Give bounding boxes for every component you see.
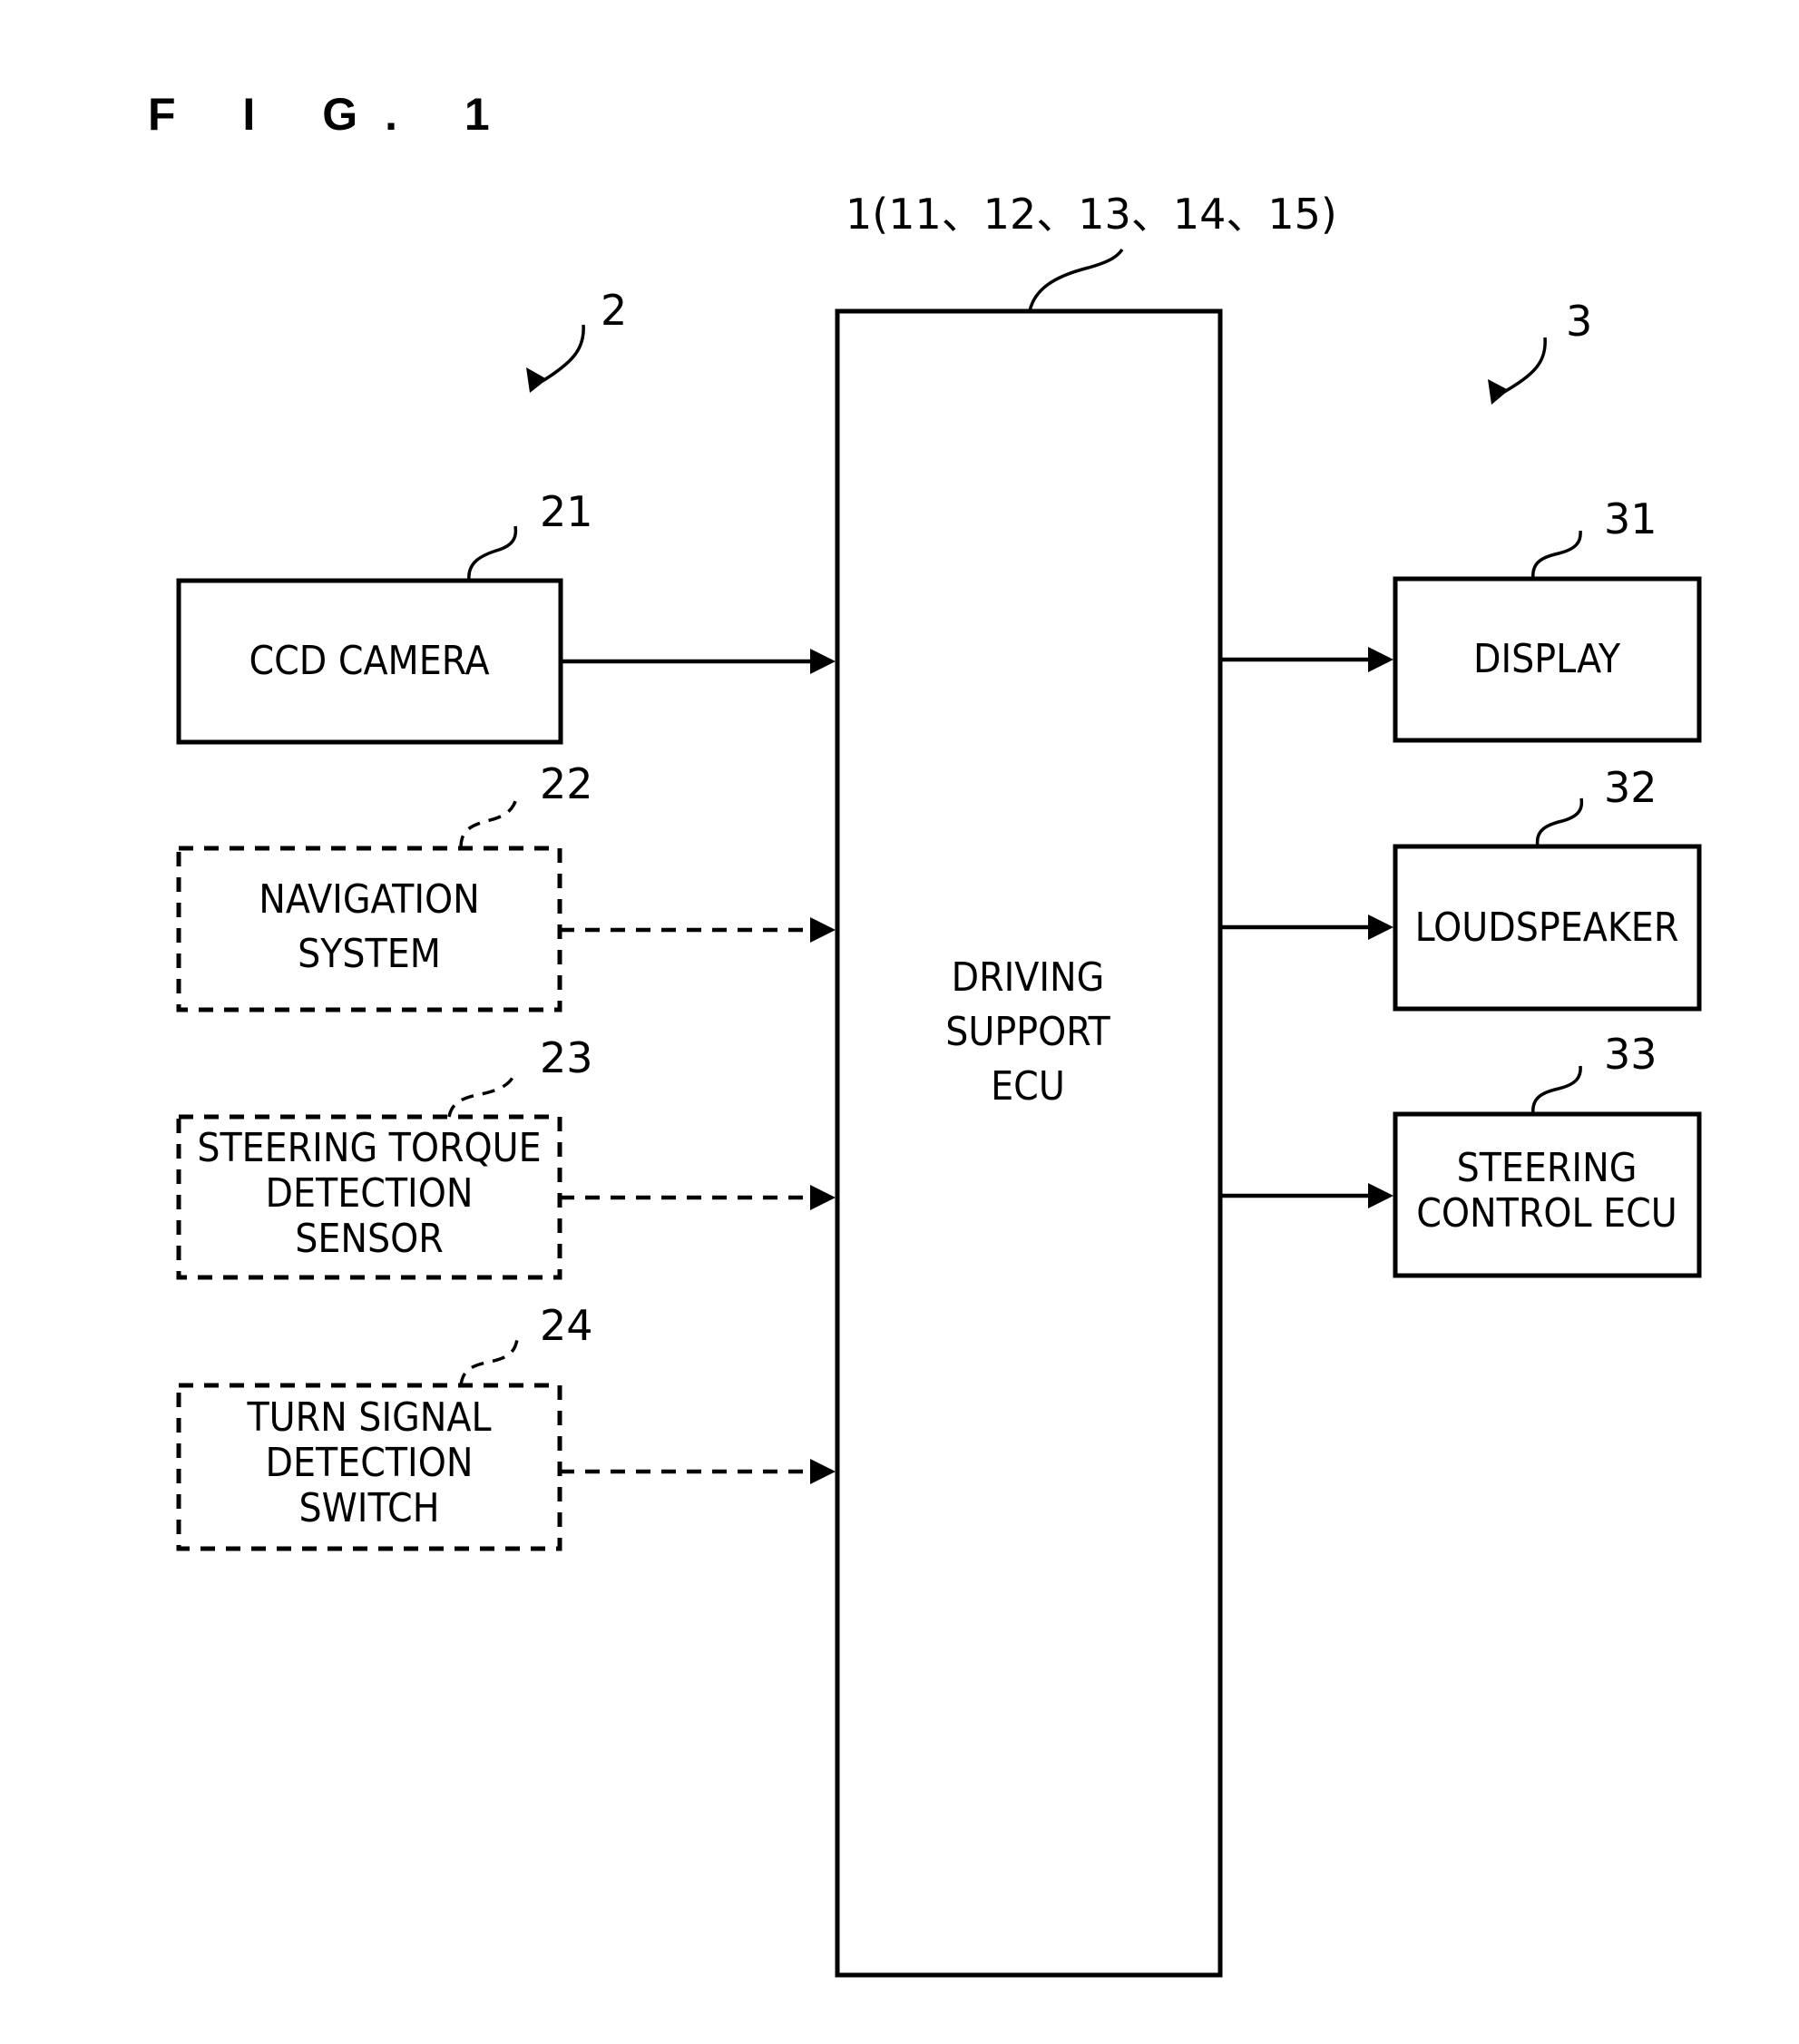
turn-signal-switch-leader xyxy=(459,1338,519,1386)
navigation-system-line-2: SYSTEM xyxy=(298,931,441,977)
navigation-system-block: NAVIGATION SYSTEM 22 xyxy=(176,759,836,1012)
steering-torque-sensor-line-1: STEERING TORQUE xyxy=(197,1125,541,1171)
ccd-camera-ref: 21 xyxy=(540,487,593,536)
driving-support-ecu-block: DRIVING SUPPORT ECU xyxy=(835,308,1223,1978)
navigation-system-arrowhead-icon xyxy=(810,917,836,943)
driving-support-ecu-box xyxy=(835,308,1223,1978)
steering-torque-sensor-line-3: SENSOR xyxy=(295,1216,444,1262)
loudspeaker-leader xyxy=(1535,797,1584,847)
input-group-arrowhead-icon xyxy=(526,367,547,393)
turn-signal-switch-line-2: DETECTION xyxy=(266,1440,474,1486)
loudspeaker-arrowhead-icon xyxy=(1368,914,1393,940)
output-group-ref: 3 xyxy=(1566,297,1592,346)
display-leader xyxy=(1531,530,1582,580)
ccd-camera-arrowhead-icon xyxy=(810,649,836,674)
driving-support-ecu-line-3: ECU xyxy=(991,1063,1065,1110)
steering-control-ecu-block: STEERING CONTROL ECU 33 xyxy=(1220,1030,1702,1278)
input-group-indicator: 2 xyxy=(526,286,627,393)
steering-torque-sensor-arrowhead-icon xyxy=(810,1185,836,1210)
ccd-camera-label: CCD CAMERA xyxy=(249,638,489,684)
steering-torque-sensor-ref: 23 xyxy=(540,1033,593,1082)
turn-signal-switch-arrowhead-icon xyxy=(810,1459,836,1484)
steering-torque-sensor-line-2: DETECTION xyxy=(266,1170,474,1217)
steering-control-ecu-line-2: CONTROL ECU xyxy=(1416,1190,1677,1237)
steering-torque-sensor-leader xyxy=(447,1070,517,1118)
input-group-ref: 2 xyxy=(601,286,627,335)
turn-signal-switch-line-3: SWITCH xyxy=(299,1485,440,1531)
central-leader-line xyxy=(1028,248,1124,312)
turn-signal-switch-line-1: TURN SIGNAL xyxy=(246,1394,491,1441)
display-arrowhead-icon xyxy=(1368,647,1393,672)
navigation-system-line-1: NAVIGATION xyxy=(259,876,480,923)
navigation-system-ref: 22 xyxy=(540,759,593,808)
loudspeaker-block: LOUDSPEAKER 32 xyxy=(1220,763,1702,1012)
display-ref: 31 xyxy=(1604,494,1657,543)
turn-signal-switch-block: TURN SIGNAL DETECTION SWITCH 24 xyxy=(176,1301,836,1551)
ccd-camera-leader xyxy=(467,525,518,582)
steering-torque-sensor-block: STEERING TORQUE DETECTION SENSOR 23 xyxy=(176,1033,836,1280)
central-ref-label: 1(11、12、13、14、15) xyxy=(846,190,1337,239)
display-block: DISPLAY 31 xyxy=(1220,494,1702,743)
driving-support-ecu-line-1: DRIVING xyxy=(952,954,1105,1001)
figure-title: F I G. 1 xyxy=(148,89,517,140)
loudspeaker-ref: 32 xyxy=(1604,763,1657,812)
steering-control-ecu-arrowhead-icon xyxy=(1368,1183,1393,1208)
output-group-indicator: 3 xyxy=(1488,297,1592,405)
driving-support-ecu-line-2: SUPPORT xyxy=(945,1009,1110,1055)
steering-control-ecu-ref: 33 xyxy=(1604,1030,1657,1079)
output-group-arrowhead-icon xyxy=(1488,379,1509,405)
navigation-system-leader xyxy=(459,793,519,849)
display-label: DISPLAY xyxy=(1473,636,1621,682)
loudspeaker-label: LOUDSPEAKER xyxy=(1415,905,1679,951)
input-group-arrow-line xyxy=(542,324,585,383)
ccd-camera-block: CCD CAMERA 21 xyxy=(176,487,836,745)
turn-signal-switch-ref: 24 xyxy=(540,1301,593,1350)
navigation-system-box xyxy=(176,846,562,1012)
output-group-arrow-line xyxy=(1503,337,1547,394)
block-diagram: F I G. 1 DRIVING SUPPORT ECU 1(11、12、13、… xyxy=(148,89,1702,1978)
steering-control-ecu-leader xyxy=(1531,1065,1582,1115)
steering-control-ecu-line-1: STEERING xyxy=(1457,1145,1638,1191)
